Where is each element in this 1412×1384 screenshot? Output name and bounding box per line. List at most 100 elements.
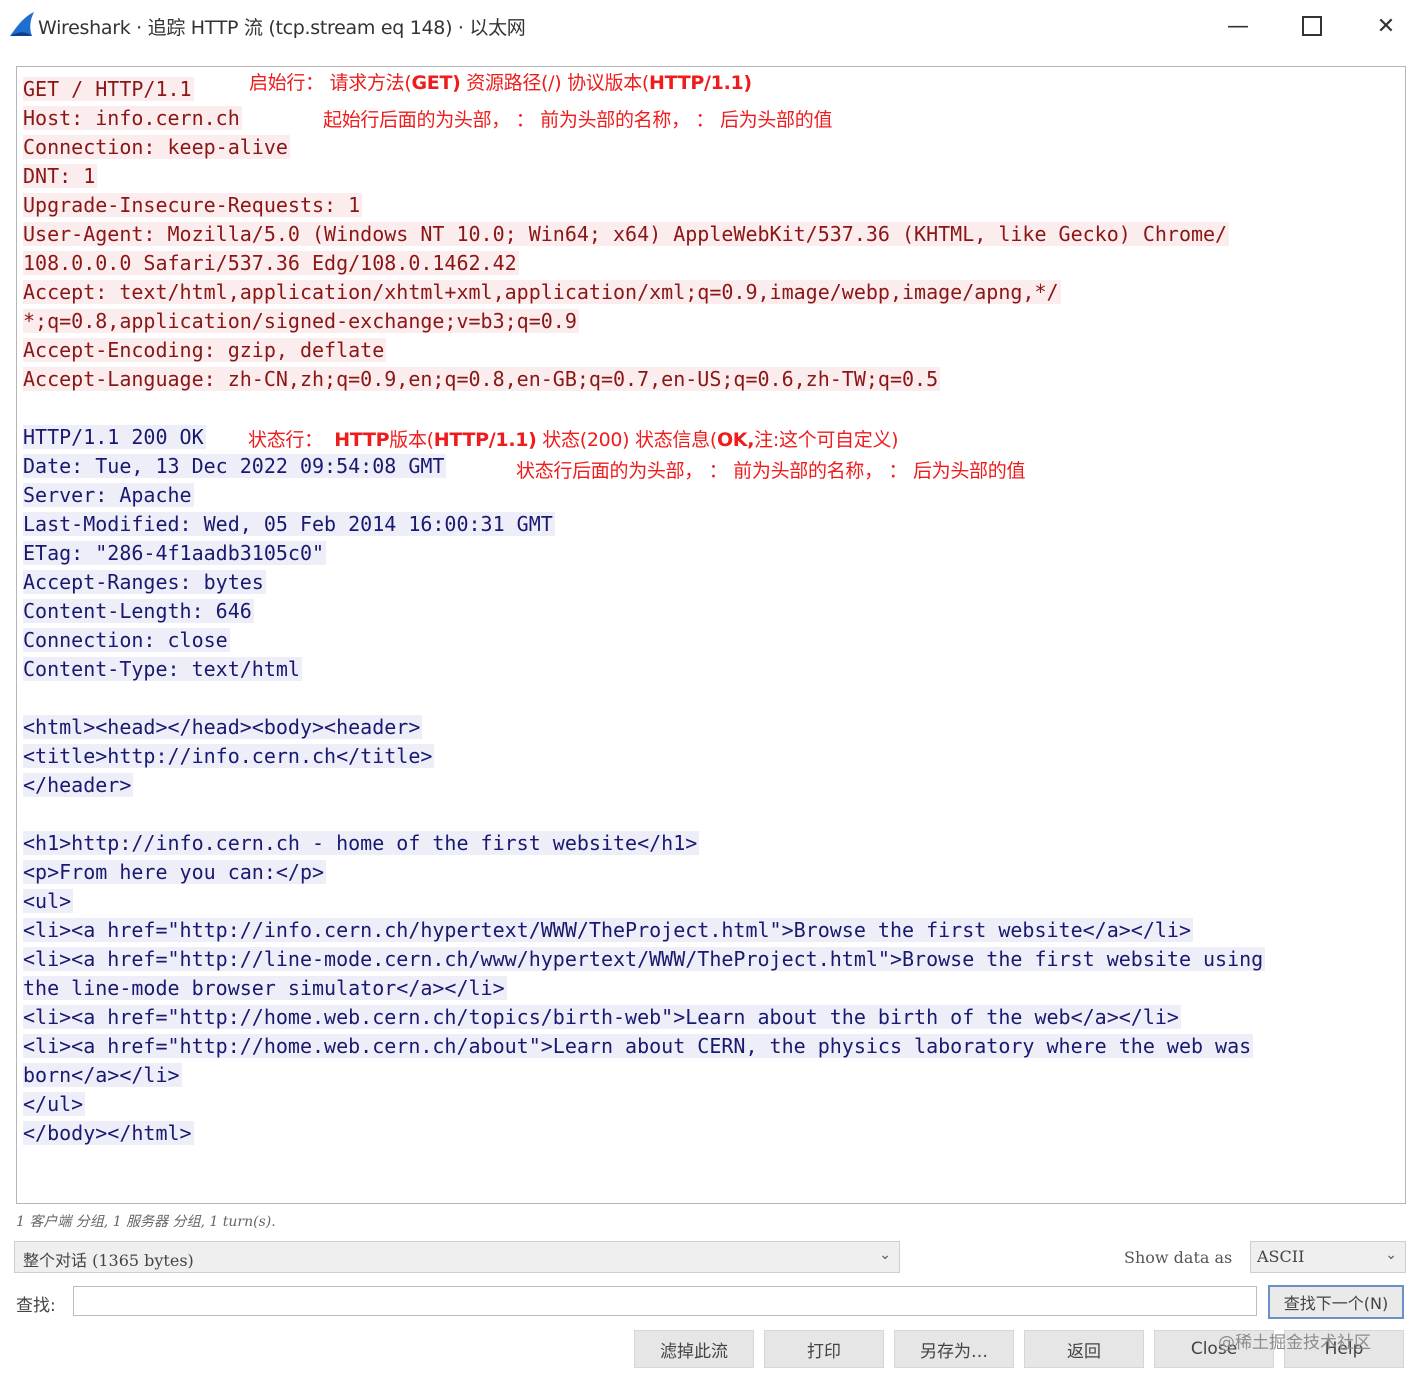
title-bar: Wireshark · 追踪 HTTP 流 (tcp.stream eq 148… [0,0,1412,52]
client-line: User-Agent: Mozilla/5.0 (Windows NT 10.0… [23,220,1265,249]
client-line: Upgrade-Insecure-Requests: 1 [23,191,1265,220]
stream-line-text [23,686,25,710]
filter-out-stream-button[interactable]: 滤掉此流 [634,1330,754,1368]
save-as-button[interactable]: 另存为… [894,1330,1014,1368]
data-format-select[interactable]: ASCII ⌄ [1250,1241,1406,1273]
request-line-annotation: 启始行： 请求方法(GET) 资源路径(/) 协议版本(HTTP/1.1) [249,72,752,94]
client-line: Accept-Encoding: gzip, deflate [23,336,1265,365]
stream-line-text: <h1>http://info.cern.ch - home of the fi… [23,831,700,855]
server-line [23,684,1265,713]
server-line: <li><a href="http://home.web.cern.ch/top… [23,1003,1265,1032]
window-title: Wireshark · 追踪 HTTP 流 (tcp.stream eq 148… [38,17,526,39]
find-input[interactable] [73,1286,1257,1316]
server-line: </header> [23,771,1265,800]
server-line: born</a></li> [23,1061,1265,1090]
stream-line-text: born</a></li> [23,1063,182,1087]
stream-line-text: DNT: 1 [23,164,98,188]
find-next-button[interactable]: 查找下一个(N) [1268,1285,1404,1319]
stream-line-text: Connection: keep-alive [23,135,290,159]
server-line: Content-Length: 646 [23,597,1265,626]
stream-text: GET / HTTP/1.1 Host: info.cern.ch Connecti… [23,75,1266,1148]
stream-line-text: 108.0.0.0 Safari/537.36 Edg/108.0.1462.4… [23,251,519,275]
client-line: Accept-Language: zh-CN,zh;q=0.9,en;q=0.8… [23,365,1265,394]
server-line: <li><a href="http://line-mode.cern.ch/ww… [23,945,1266,974]
stream-line-text: ETag: "286-4f1aadb3105c0" [23,541,327,565]
stream-line-text: <ul> [23,889,74,913]
stream-line-text: Date: Tue, 13 Dec 2022 09:54:08 GMT [23,454,447,478]
show-data-as-label: Show data as [1124,1248,1233,1267]
stream-line-text: HTTP/1.1 200 OK [23,425,206,449]
stream-line-text: Last-Modified: Wed, 05 Feb 2014 16:00:31… [23,512,555,536]
stream-line-text: the line-mode browser simulator</a></li> [23,976,507,1000]
client-line: 108.0.0.0 Safari/537.36 Edg/108.0.1462.4… [23,249,1265,278]
server-line [23,800,1265,829]
minimize-button[interactable]: — [1208,6,1268,46]
server-line: Connection: close [23,626,1265,655]
stream-line-text: *;q=0.8,application/signed-exchange;v=b3… [23,309,579,333]
server-line: </ul> [23,1090,1265,1119]
stream-line-text: <p>From here you can:</p> [23,860,327,884]
close-icon: ✕ [1376,13,1396,39]
stream-line-text: <li><a href="http://line-mode.cern.ch/ww… [23,947,1266,971]
stream-line-text: Accept-Ranges: bytes [23,570,266,594]
stream-line-text: Accept-Encoding: gzip, deflate [23,338,387,362]
back-button[interactable]: 返回 [1024,1330,1144,1368]
client-line: *;q=0.8,application/signed-exchange;v=b3… [23,307,1265,336]
minimize-icon: — [1227,13,1249,39]
stream-content-panel[interactable]: GET / HTTP/1.1 Host: info.cern.ch Connecti… [16,66,1406,1204]
server-line: the line-mode browser simulator</a></li> [23,974,1265,1003]
data-format-value: ASCII [1257,1247,1305,1266]
server-line: Last-Modified: Wed, 05 Feb 2014 16:00:31… [23,510,1265,539]
watermark: @稀土掘金技术社区 [1218,1333,1371,1353]
chevron-down-icon: ⌄ [1385,1247,1397,1263]
stream-line-text: Content-Type: text/html [23,657,302,681]
stream-line-text: <li><a href="http://home.web.cern.ch/top… [23,1005,1181,1029]
print-button[interactable]: 打印 [764,1330,884,1368]
stream-line-text: <html><head></head><body><header> [23,715,423,739]
client-line: Connection: keep-alive [23,133,1265,162]
conversation-select[interactable]: 整个对话 (1365 bytes) ⌄ [14,1241,900,1273]
client-line: Accept: text/html,application/xhtml+xml,… [23,278,1265,307]
stream-line-text: Connection: close [23,628,230,652]
close-window-button[interactable]: ✕ [1356,6,1412,46]
stream-line-text: Accept-Language: zh-CN,zh;q=0.9,en;q=0.8… [23,367,941,391]
server-line: <h1>http://info.cern.ch - home of the fi… [23,829,1265,858]
status-line-annotation: 状态行： HTTP版本(HTTP/1.1) 状态(200) 状态信息(OK,注:… [248,429,899,451]
stream-line-text: </body></html> [23,1121,194,1145]
server-line: Server: Apache [23,481,1265,510]
server-line: ETag: "286-4f1aadb3105c0" [23,539,1265,568]
stream-line-text: <li><a href="http://home.web.cern.ch/abo… [23,1034,1254,1058]
chevron-down-icon: ⌄ [879,1247,891,1263]
server-line: Content-Type: text/html [23,655,1265,684]
stream-line-text: Server: Apache [23,483,194,507]
maximize-button[interactable] [1282,6,1342,46]
server-line: <li><a href="http://home.web.cern.ch/abo… [23,1032,1265,1061]
server-line: <ul> [23,887,1265,916]
server-line: </body></html> [23,1119,1265,1148]
client-line: DNT: 1 [23,162,1265,191]
stream-line-text [23,802,25,826]
stream-line-text: Content-Length: 646 [23,599,254,623]
server-line: Accept-Ranges: bytes [23,568,1265,597]
server-line: <title>http://info.cern.ch</title> [23,742,1265,771]
stream-line-text: Upgrade-Insecure-Requests: 1 [23,193,363,217]
packet-stats: 1 客户端 分组, 1 服务器 分组, 1 turn(s). [16,1214,276,1230]
response-headers-annotation: 状态行后面的为头部， ： 前为头部的名称， ： 后为头部的值 [516,460,1026,482]
server-line: <li><a href="http://info.cern.ch/hyperte… [23,916,1265,945]
maximize-icon [1302,16,1322,36]
conversation-select-value: 整个对话 (1365 bytes) [23,1251,194,1270]
request-headers-annotation: 起始行后面的为头部， ： 前为头部的名称， ： 后为头部的值 [323,109,833,131]
stream-line-text: </header> [23,773,134,797]
stream-line-text: <li><a href="http://info.cern.ch/hyperte… [23,918,1193,942]
server-line: <html><head></head><body><header> [23,713,1265,742]
find-label: 查找: [16,1296,56,1316]
stream-line-text: Host: info.cern.ch [23,106,242,130]
stream-line-text: User-Agent: Mozilla/5.0 (Windows NT 10.0… [23,222,1230,246]
wireshark-fin-icon [10,12,34,36]
stream-line-text: Accept: text/html,application/xhtml+xml,… [23,280,1061,304]
stream-line-text: <title>http://info.cern.ch</title> [23,744,435,768]
stream-line-text: </ul> [23,1092,86,1116]
server-line: <p>From here you can:</p> [23,858,1265,887]
stream-line-text: GET / HTTP/1.1 [23,77,194,101]
